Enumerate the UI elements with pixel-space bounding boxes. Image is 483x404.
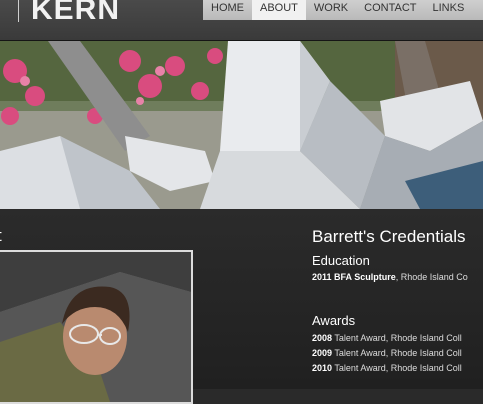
education-entry: 2011 BFA Sculpture, Rhode Island Co: [312, 272, 468, 282]
section-heading: t: [0, 226, 2, 246]
site-logo[interactable]: KERN: [31, 0, 120, 30]
education-school: , Rhode Island Co: [395, 272, 468, 282]
nav-about[interactable]: ABOUT: [252, 0, 306, 20]
artist-portrait-icon: [0, 252, 191, 402]
award-row: 2009 Talent Award, Rhode Island Coll: [312, 348, 462, 358]
nav-work[interactable]: WORK: [306, 0, 356, 20]
sculpture-photo: [0, 41, 483, 209]
award-year: 2009: [312, 348, 333, 358]
hero-image: [0, 41, 483, 209]
nav-home[interactable]: HOME: [203, 0, 252, 20]
credentials-title: Barrett's Credentials: [312, 227, 466, 246]
site-header: KERN HOME ABOUT WORK CONTACT LINKS: [0, 0, 483, 41]
award-text: Talent Award, Rhode Island Coll: [332, 333, 462, 343]
nav-contact[interactable]: CONTACT: [356, 0, 424, 20]
education-degree: 2011 BFA Sculpture: [312, 272, 396, 282]
awards-heading: Awards: [312, 313, 356, 328]
about-content: t Barrett's Credentials Education 2011 B…: [0, 210, 483, 404]
award-row: 2010 Talent Award, Rhode Island Coll: [312, 363, 462, 373]
logo-divider: [18, 0, 19, 22]
artist-photo: [0, 250, 193, 404]
award-year: 2008: [312, 333, 333, 343]
award-row: 2008 Talent Award, Rhode Island Coll: [312, 333, 462, 343]
award-text: Talent Award, Rhode Island Coll: [332, 348, 462, 358]
nav-links[interactable]: LINKS: [425, 0, 473, 20]
main-nav: HOME ABOUT WORK CONTACT LINKS: [203, 0, 483, 20]
award-text: Talent Award, Rhode Island Coll: [332, 363, 462, 373]
award-year: 2010: [312, 363, 333, 373]
education-heading: Education: [312, 253, 370, 268]
